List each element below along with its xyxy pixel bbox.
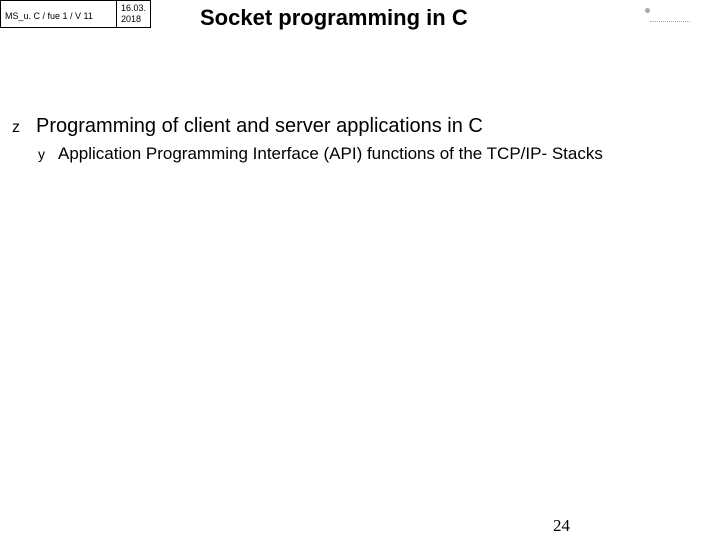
decor-line-icon [650, 21, 690, 22]
bullet-main-icon: z [12, 119, 30, 137]
slide-title: Socket programming in C [200, 5, 468, 31]
doc-ref-cell: MS_u. C / fue 1 / V 11 [1, 1, 117, 27]
main-bullet-text: Programming of client and server applica… [36, 115, 483, 138]
main-bullet-row: z Programming of client and server appli… [12, 115, 720, 138]
sub-bullet-text: Application Programming Interface (API) … [58, 144, 603, 164]
date-bottom: 2018 [121, 14, 146, 25]
content-area: z Programming of client and server appli… [12, 115, 720, 164]
doc-ref: MS_u. C / fue 1 / V 11 [5, 11, 93, 21]
bullet-sub-icon: y [38, 146, 54, 162]
sub-bullet-row: y Application Programming Interface (API… [38, 144, 720, 164]
date-cell: 16.03. 2018 [117, 1, 150, 27]
date-top: 16.03. [121, 3, 146, 14]
page-number: 24 [553, 516, 570, 536]
header-box: MS_u. C / fue 1 / V 11 16.03. 2018 [0, 0, 151, 28]
decor-dot-icon [645, 8, 650, 13]
decor-group [645, 8, 690, 22]
